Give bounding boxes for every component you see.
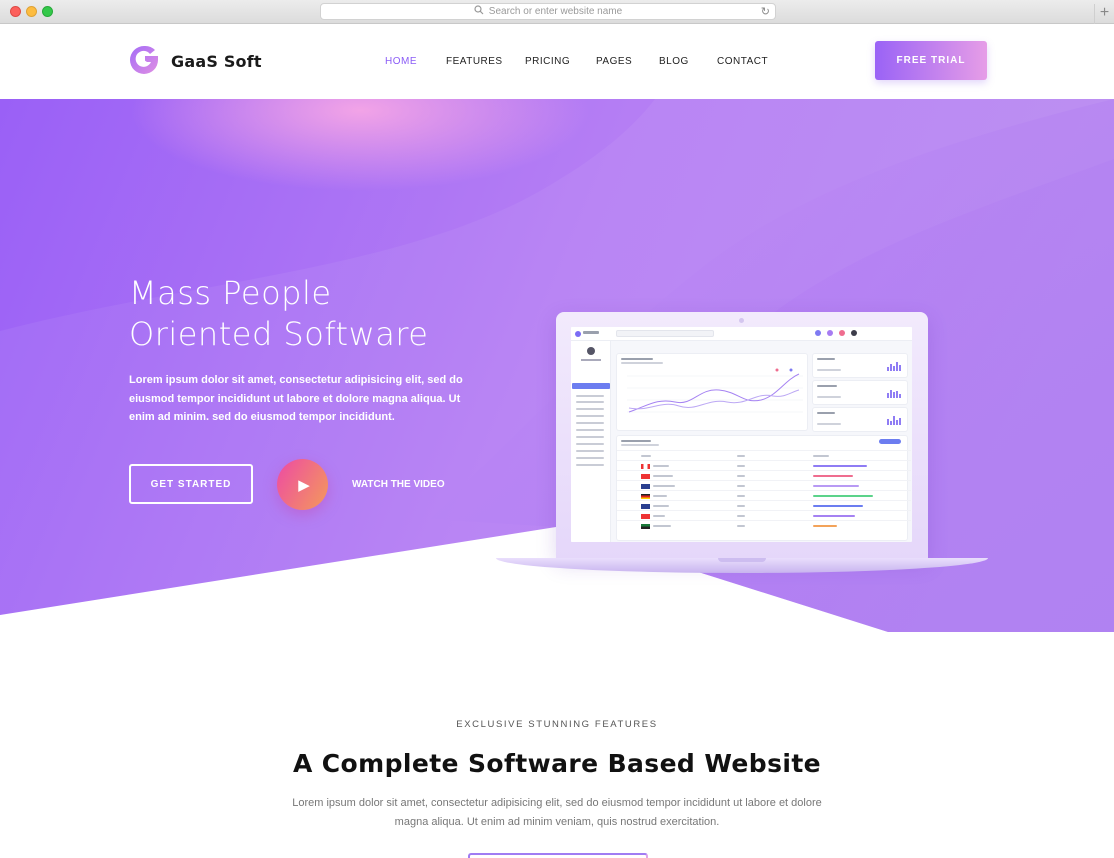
- play-icon: ▶: [298, 476, 310, 494]
- laptop-mockup: [556, 312, 928, 559]
- hero-title-line-2: Oriented Software: [129, 315, 429, 353]
- new-tab-button[interactable]: +: [1094, 4, 1114, 24]
- nav-features[interactable]: FEATURES: [446, 56, 503, 67]
- play-video-button[interactable]: ▶: [277, 459, 328, 510]
- nav-blog[interactable]: BLOG: [659, 56, 689, 67]
- laptop-camera: [739, 318, 744, 323]
- hero-title: Mass People Oriented Software: [129, 273, 428, 355]
- preview-topbar: [571, 327, 912, 341]
- features-description: Lorem ipsum dolor sit amet, consectetur …: [292, 797, 822, 828]
- address-placeholder: Search or enter website name: [488, 6, 623, 17]
- preview-stat-card: [813, 354, 907, 377]
- close-window-button[interactable]: [10, 6, 21, 17]
- hero-section: Mass People Oriented Software Lorem ipsu…: [0, 99, 1114, 632]
- browser-window: Search or enter website name ↻ + GaaS So…: [0, 0, 1114, 858]
- nav-pricing[interactable]: PRICING: [525, 56, 570, 67]
- search-icon: [474, 5, 484, 18]
- brand-logo-icon[interactable]: [128, 44, 160, 76]
- nav-contact[interactable]: CONTACT: [717, 56, 768, 67]
- preview-stat-card: [813, 381, 907, 404]
- preview-stat-card: [813, 408, 907, 431]
- free-trial-button[interactable]: FREE TRIAL: [875, 41, 987, 80]
- reload-icon[interactable]: ↻: [761, 5, 770, 18]
- get-started-button[interactable]: GET STARTED: [129, 464, 253, 504]
- nav-pages[interactable]: PAGES: [596, 56, 632, 67]
- preview-sidebar: [571, 341, 611, 542]
- zoom-window-button[interactable]: [42, 6, 53, 17]
- features-button-partial[interactable]: [468, 853, 648, 858]
- features-eyebrow: EXCLUSIVE STUNNING FEATURES: [456, 719, 658, 730]
- site-header: GaaS Soft HOME FEATURES PRICING PAGES BL…: [0, 25, 1114, 99]
- features-title: A Complete Software Based Website: [292, 749, 822, 778]
- brand-name[interactable]: GaaS Soft: [171, 52, 262, 71]
- preview-chart-card: [617, 354, 807, 430]
- address-bar[interactable]: Search or enter website name ↻: [320, 3, 776, 20]
- dashboard-preview-image: [571, 327, 912, 542]
- browser-toolbar: Search or enter website name ↻ +: [0, 0, 1114, 24]
- hero-title-line-1: Mass People: [129, 274, 332, 312]
- hero-description: Lorem ipsum dolor sit amet, consectetur …: [129, 374, 463, 423]
- preview-table-card: [617, 436, 911, 540]
- minimize-window-button[interactable]: [26, 6, 37, 17]
- watch-video-link[interactable]: WATCH THE VIDEO: [352, 479, 445, 490]
- nav-home[interactable]: HOME: [385, 56, 417, 67]
